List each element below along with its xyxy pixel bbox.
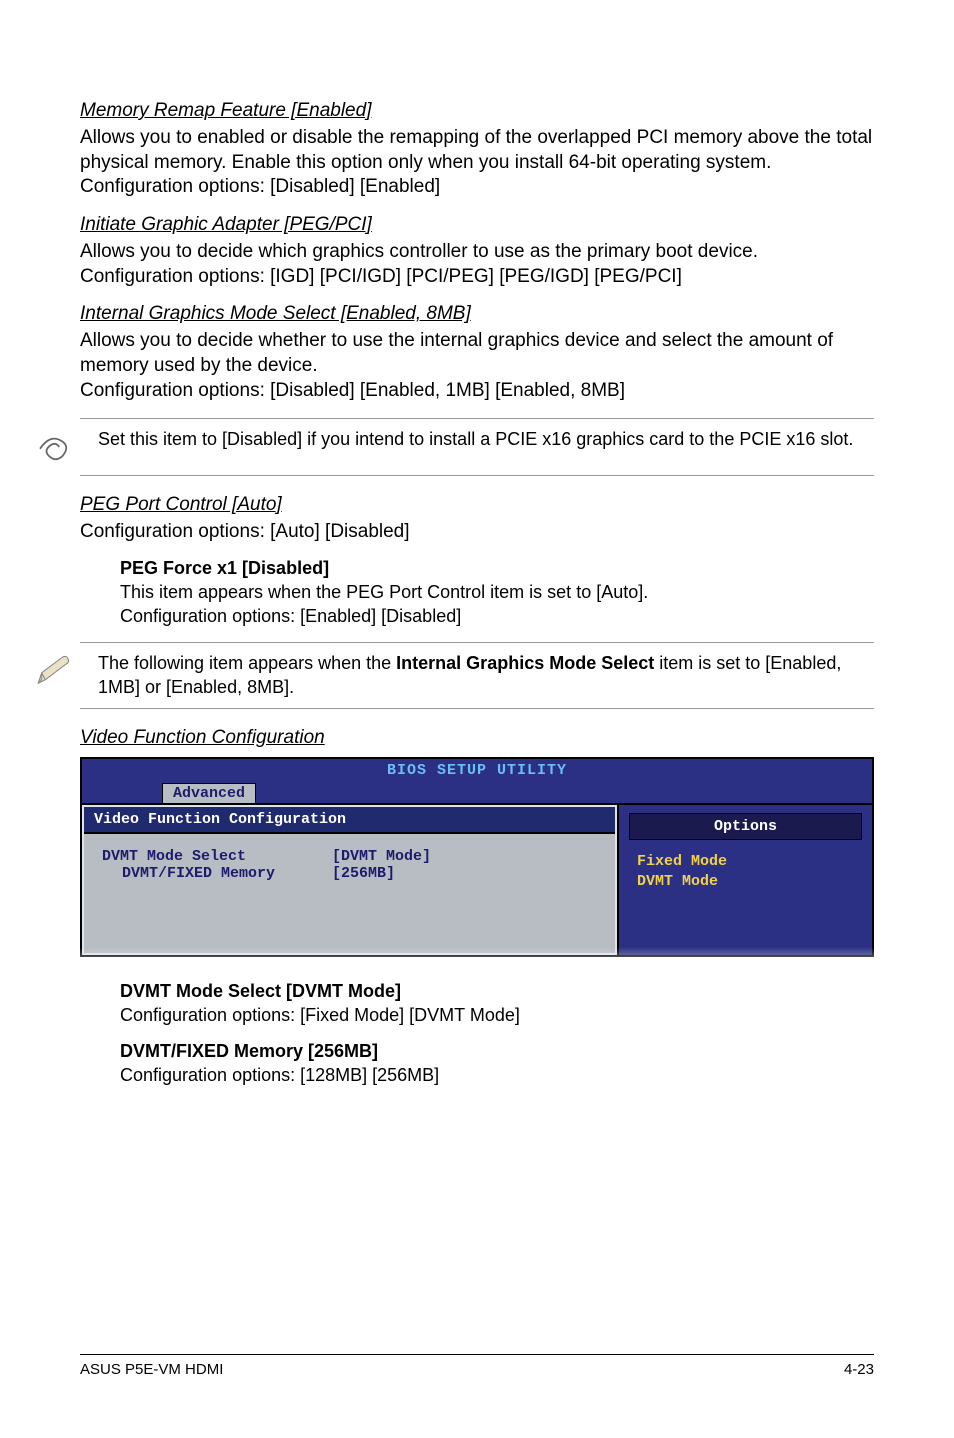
bios-tab-advanced: Advanced (162, 783, 256, 803)
footer-page-number: 4-23 (844, 1361, 874, 1378)
bios-label-dvmt-mode: DVMT Mode Select (102, 848, 332, 865)
sub-heading-dvmt-mode: DVMT Mode Select [DVMT Mode] (120, 981, 874, 1002)
footer-model: ASUS P5E-VM HDMI (80, 1361, 223, 1378)
subsection-peg-force-x1: PEG Force x1 [Disabled] This item appear… (120, 558, 874, 628)
bios-section-title: Video Function Configuration (84, 807, 615, 834)
bios-label-dvmt-fixed-memory: DVMT/FIXED Memory (102, 865, 332, 882)
sub-body-dvmt-fixed: Configuration options: [128MB] [256MB] (120, 1064, 874, 1087)
bios-row-dvmt-fixed-memory: DVMT/FIXED Memory [256MB] (102, 865, 597, 882)
paperclip-icon (30, 427, 78, 467)
body-peg-port-control: Configuration options: [Auto] [Disabled] (80, 520, 874, 545)
note-internal-graphics-select: The following item appears when the Inte… (80, 642, 874, 709)
note2-bold: Internal Graphics Mode Select (396, 653, 654, 673)
body-memory-remap: Allows you to enabled or disable the rem… (80, 126, 874, 200)
note-text-2: The following item appears when the Inte… (98, 651, 874, 700)
heading-internal-graphics-mode: Internal Graphics Mode Select [Enabled, … (80, 303, 874, 325)
bios-fade-overlay (80, 947, 874, 981)
heading-memory-remap: Memory Remap Feature [Enabled] (80, 100, 874, 122)
bios-title-text: BIOS SETUP UTILITY (387, 762, 567, 779)
subsection-dvmt-mode-select: DVMT Mode Select [DVMT Mode] Configurati… (120, 981, 874, 1027)
note-text-1: Set this item to [Disabled] if you inten… (98, 427, 853, 451)
bios-setup-utility-panel: BIOS SETUP UTILITY Advanced Video Functi… (80, 757, 874, 957)
bios-options-header: Options (629, 813, 862, 840)
note2-pre: The following item appears when the (98, 653, 396, 673)
body-internal-graphics-mode-1: Allows you to decide whether to use the … (80, 329, 874, 378)
bios-options-list: Fixed Mode DVMT Mode (629, 852, 727, 893)
bios-row-dvmt-mode: DVMT Mode Select [DVMT Mode] (102, 848, 597, 865)
heading-initiate-graphic-adapter: Initiate Graphic Adapter [PEG/PCI] (80, 214, 874, 236)
pencil-icon (30, 651, 78, 691)
page-footer: ASUS P5E-VM HDMI 4-23 (80, 1354, 874, 1378)
sub-body-dvmt-mode: Configuration options: [Fixed Mode] [DVM… (120, 1004, 874, 1027)
bios-option-fixed-mode: Fixed Mode (637, 852, 727, 872)
sub-body-peg-force-2: Configuration options: [Enabled] [Disabl… (120, 605, 874, 628)
bios-right-pane: Options Fixed Mode DVMT Mode (617, 805, 872, 955)
sub-heading-peg-force: PEG Force x1 [Disabled] (120, 558, 874, 579)
bios-value-dvmt-mode: [DVMT Mode] (332, 848, 431, 865)
heading-peg-port-control: PEG Port Control [Auto] (80, 494, 874, 516)
heading-video-function-config: Video Function Configuration (80, 727, 874, 749)
bios-left-pane: Video Function Configuration DVMT Mode S… (82, 805, 617, 955)
body-internal-graphics-mode-2: Configuration options: [Disabled] [Enabl… (80, 379, 874, 404)
sub-heading-dvmt-fixed: DVMT/FIXED Memory [256MB] (120, 1041, 874, 1062)
bios-title-bar: BIOS SETUP UTILITY Advanced (82, 759, 872, 803)
body-initiate-graphic-adapter: Allows you to decide which graphics cont… (80, 240, 874, 289)
note-disable-igraphics: Set this item to [Disabled] if you inten… (80, 418, 874, 476)
bios-option-dvmt-mode: DVMT Mode (637, 872, 727, 892)
subsection-dvmt-fixed-memory: DVMT/FIXED Memory [256MB] Configuration … (120, 1041, 874, 1087)
sub-body-peg-force-1: This item appears when the PEG Port Cont… (120, 581, 874, 604)
bios-value-dvmt-fixed-memory: [256MB] (332, 865, 395, 882)
